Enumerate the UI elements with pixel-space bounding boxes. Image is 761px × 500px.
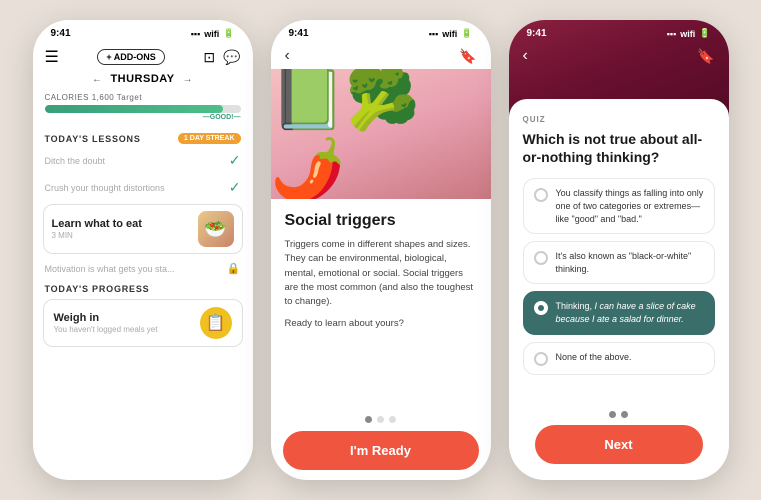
phone1-navbar: ☰ + ADD-ONS ⊡ 💬 — [33, 43, 253, 71]
prev-day-button[interactable]: ← — [92, 74, 103, 85]
page-dots-2 — [271, 410, 491, 427]
weigh-in-info: Weigh in You haven't logged meals yet — [54, 312, 158, 334]
radio-2 — [534, 251, 548, 265]
menu-icon[interactable]: ☰ — [45, 47, 59, 67]
radio-3 — [534, 301, 548, 315]
weigh-in-title: Weigh in — [54, 312, 158, 324]
option-text-2: It's also known as "black-or-white" thin… — [556, 250, 704, 275]
signal-icon-3: ▪▪▪ — [667, 29, 677, 39]
phone3-navbar: ‹ 🔖 — [509, 43, 729, 69]
dot-3 — [389, 416, 396, 423]
im-ready-button[interactable]: I'm Ready — [283, 431, 479, 470]
add-ons-label: + ADD-ONS — [106, 52, 155, 62]
back-button-3[interactable]: ‹ — [523, 47, 528, 65]
status-bar-1: 9:41 ▪▪▪ wifi 🔋 — [33, 20, 253, 43]
status-bar-2: 9:41 ▪▪▪ wifi 🔋 — [271, 20, 491, 43]
active-lesson-item[interactable]: Learn what to eat 3 MIN 🥗 — [43, 204, 243, 254]
wifi-icon-2: wifi — [442, 29, 457, 39]
signal-icon-2: ▪▪▪ — [429, 29, 439, 39]
calories-bar — [45, 105, 241, 113]
bookmark-button-2[interactable]: 🔖 — [459, 48, 476, 65]
status-time-3: 9:41 — [527, 28, 547, 39]
lesson-thumbnail: 🥗 — [198, 211, 234, 247]
locked-lesson-name: Motivation is what gets you sta... — [45, 264, 175, 274]
quiz-option-1[interactable]: You classify things as falling into only… — [523, 178, 715, 234]
lock-icon: 🔒 — [227, 262, 241, 275]
option-text-3: Thinking, I can have a slice of cake bec… — [556, 300, 704, 325]
add-ons-button[interactable]: + ADD-ONS — [97, 49, 164, 65]
progress-title: TODAY'S PROGRESS — [45, 284, 150, 294]
hero-emoji-2: 📗🥦🌶️ — [271, 69, 491, 199]
status-bar-3: 9:41 ▪▪▪ wifi 🔋 — [509, 20, 729, 43]
lesson-item[interactable]: Ditch the doubt ✓ — [33, 147, 253, 174]
battery-icon-2: 🔋 — [461, 28, 472, 39]
phone2-body: Social triggers Triggers come in differe… — [271, 199, 491, 410]
phone3-content: 9:41 ▪▪▪ wifi 🔋 ‹ 🔖 QUIZ Which is not tr… — [509, 20, 729, 480]
current-day: THURSDAY — [110, 73, 174, 85]
back-button-2[interactable]: ‹ — [285, 47, 290, 65]
phone-3: 9:41 ▪▪▪ wifi 🔋 ‹ 🔖 QUIZ Which is not tr… — [509, 20, 729, 480]
dot-3-2 — [621, 411, 628, 418]
nav-action-icons: ⊡ 💬 — [203, 49, 240, 66]
quiz-option-4[interactable]: None of the above. — [523, 342, 715, 375]
calories-section: CALORIES 1,600 Target —GOOD!— — [33, 89, 253, 127]
lessons-title: TODAY'S LESSONS — [45, 134, 141, 144]
next-day-button[interactable]: → — [183, 74, 194, 85]
calories-label: CALORIES 1,600 Target — [45, 93, 241, 102]
streak-badge: 1 DAY STREAK — [178, 133, 241, 144]
dot-3-1 — [609, 411, 616, 418]
phone-1: 9:41 ▪▪▪ wifi 🔋 ☰ + ADD-ONS ⊡ 💬 ← THURSD… — [33, 20, 253, 480]
weigh-in-card[interactable]: Weigh in You haven't logged meals yet 📋 — [43, 299, 243, 347]
article-question: Ready to learn about yours? — [285, 317, 477, 331]
weigh-in-subtitle: You haven't logged meals yet — [54, 325, 158, 334]
active-lesson-info: Learn what to eat 3 MIN — [52, 218, 142, 240]
radio-4 — [534, 352, 548, 366]
signal-icon: ▪▪▪ — [191, 29, 201, 39]
quiz-card: QUIZ Which is not true about all-or-noth… — [509, 99, 729, 480]
bookmark-button-3[interactable]: 🔖 — [697, 48, 714, 65]
option-text-1: You classify things as falling into only… — [556, 187, 704, 225]
hero-image-2: 📗🥦🌶️ — [271, 69, 491, 199]
status-icons-1: ▪▪▪ wifi 🔋 — [191, 28, 235, 39]
phone-2: 9:41 ▪▪▪ wifi 🔋 ‹ 🔖 📗🥦🌶️ Social triggers… — [271, 20, 491, 480]
check-icon: ✓ — [229, 152, 241, 169]
lesson-name: Crush your thought distortions — [45, 183, 165, 193]
phone2-navbar: ‹ 🔖 — [271, 43, 491, 69]
day-navigator: ← THURSDAY → — [33, 71, 253, 89]
calories-bar-fill — [45, 105, 223, 113]
progress-section-header: TODAY'S PROGRESS — [33, 280, 253, 297]
check-icon: ✓ — [229, 179, 241, 196]
quiz-option-2[interactable]: It's also known as "black-or-white" thin… — [523, 241, 715, 284]
dot-2 — [377, 416, 384, 423]
wifi-icon-3: wifi — [680, 29, 695, 39]
calories-good-label: —GOOD!— — [45, 114, 241, 121]
page-dots-3 — [523, 407, 715, 421]
share-icon[interactable]: ⊡ — [203, 49, 215, 66]
message-icon[interactable]: 💬 — [223, 49, 240, 66]
dot-1 — [365, 416, 372, 423]
status-time-2: 9:41 — [289, 28, 309, 39]
status-time-1: 9:41 — [51, 28, 71, 39]
status-icons-2: ▪▪▪ wifi 🔋 — [429, 28, 473, 39]
article-body: Triggers come in different shapes and si… — [285, 238, 477, 309]
quiz-options: You classify things as falling into only… — [523, 178, 715, 407]
lesson-name: Ditch the doubt — [45, 156, 106, 166]
wifi-icon: wifi — [204, 29, 219, 39]
lessons-section-header: TODAY'S LESSONS 1 DAY STREAK — [33, 127, 253, 147]
quiz-question: Which is not true about all-or-nothing t… — [523, 130, 715, 166]
weigh-in-icon: 📋 — [200, 307, 232, 339]
quiz-option-3[interactable]: Thinking, I can have a slice of cake bec… — [523, 291, 715, 334]
status-icons-3: ▪▪▪ wifi 🔋 — [667, 28, 711, 39]
option-text-4: None of the above. — [556, 351, 632, 364]
battery-icon-3: 🔋 — [699, 28, 710, 39]
battery-icon: 🔋 — [223, 28, 234, 39]
active-lesson-name: Learn what to eat — [52, 218, 142, 230]
article-title: Social triggers — [285, 211, 477, 230]
active-lesson-duration: 3 MIN — [52, 231, 142, 240]
radio-1 — [534, 188, 548, 202]
lesson-item[interactable]: Crush your thought distortions ✓ — [33, 174, 253, 201]
next-button[interactable]: Next — [535, 425, 703, 464]
quiz-label: QUIZ — [523, 115, 715, 124]
lesson-item-locked: Motivation is what gets you sta... 🔒 — [33, 257, 253, 280]
